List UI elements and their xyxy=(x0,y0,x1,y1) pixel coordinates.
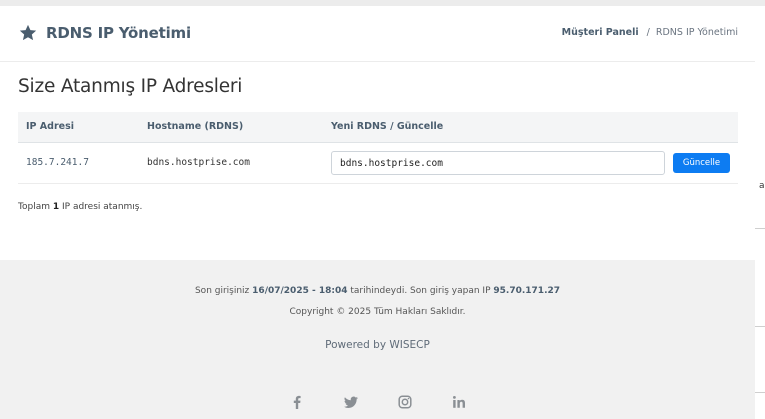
ip-count-summary: Toplam 1 IP adresi atanmış. xyxy=(18,202,142,212)
breadcrumb-current: RDNS IP Yönetimi xyxy=(655,27,738,38)
right-edge-strip xyxy=(755,6,765,419)
footer: Son girişiniz 16/07/2025 - 18:04 tarihin… xyxy=(0,260,755,419)
copyright-text: Copyright © 2025 Tüm Hakları Saklıdır. xyxy=(289,307,466,317)
column-header-new-rdns: Yeni RDNS / Güncelle xyxy=(331,121,444,132)
twitter-icon[interactable] xyxy=(343,394,359,410)
login-middle: tarihindeydi. Son giriş yapan IP xyxy=(350,286,491,296)
login-datetime: 16/07/2025 - 18:04 xyxy=(252,286,348,296)
column-header-ip: IP Adresi xyxy=(26,121,74,132)
summary-prefix: Toplam xyxy=(18,202,50,212)
login-ip: 95.70.171.27 xyxy=(493,286,561,296)
facebook-icon[interactable] xyxy=(289,394,305,410)
edge-divider xyxy=(755,228,765,229)
hostname-cell: bdns.hostprise.com xyxy=(147,157,250,168)
page-title: RDNS IP Yönetimi xyxy=(46,24,191,42)
ip-address-cell: 185.7.241.7 xyxy=(26,157,89,168)
summary-count: 1 xyxy=(52,202,60,212)
star-icon xyxy=(19,24,37,41)
last-login-info: Son girişiniz 16/07/2025 - 18:04 tarihin… xyxy=(0,286,755,296)
section-title: Size Atanmış IP Adresleri xyxy=(18,76,243,97)
summary-suffix: IP adresi atanmış. xyxy=(62,202,143,212)
main-card: RDNS IP Yönetimi Müşteri Paneli / RDNS I… xyxy=(0,6,755,260)
table-row: 185.7.241.7 bdns.hostprise.com Güncelle xyxy=(18,143,738,184)
breadcrumb-link-panel[interactable]: Müşteri Paneli xyxy=(562,27,639,38)
update-button[interactable]: Güncelle xyxy=(673,153,730,173)
login-prefix: Son girişiniz xyxy=(194,286,250,296)
powered-by-link[interactable]: Powered by WISECP xyxy=(0,339,755,351)
instagram-icon[interactable] xyxy=(397,394,413,410)
ip-table: IP Adresi Hostname (RDNS) Yeni RDNS / Gü… xyxy=(18,112,738,184)
page-header: RDNS IP Yönetimi Müşteri Paneli / RDNS I… xyxy=(0,6,755,62)
new-rdns-input[interactable] xyxy=(331,151,665,175)
column-header-hostname: Hostname (RDNS) xyxy=(147,121,244,132)
linkedin-icon[interactable] xyxy=(451,394,467,410)
table-header: IP Adresi Hostname (RDNS) Yeni RDNS / Gü… xyxy=(18,112,738,143)
edge-divider xyxy=(755,392,765,393)
breadcrumb-separator: / xyxy=(646,27,650,38)
breadcrumb: Müşteri Paneli / RDNS IP Yönetimi xyxy=(562,27,738,38)
edge-glyph: a xyxy=(759,181,765,191)
edge-divider xyxy=(755,326,765,327)
